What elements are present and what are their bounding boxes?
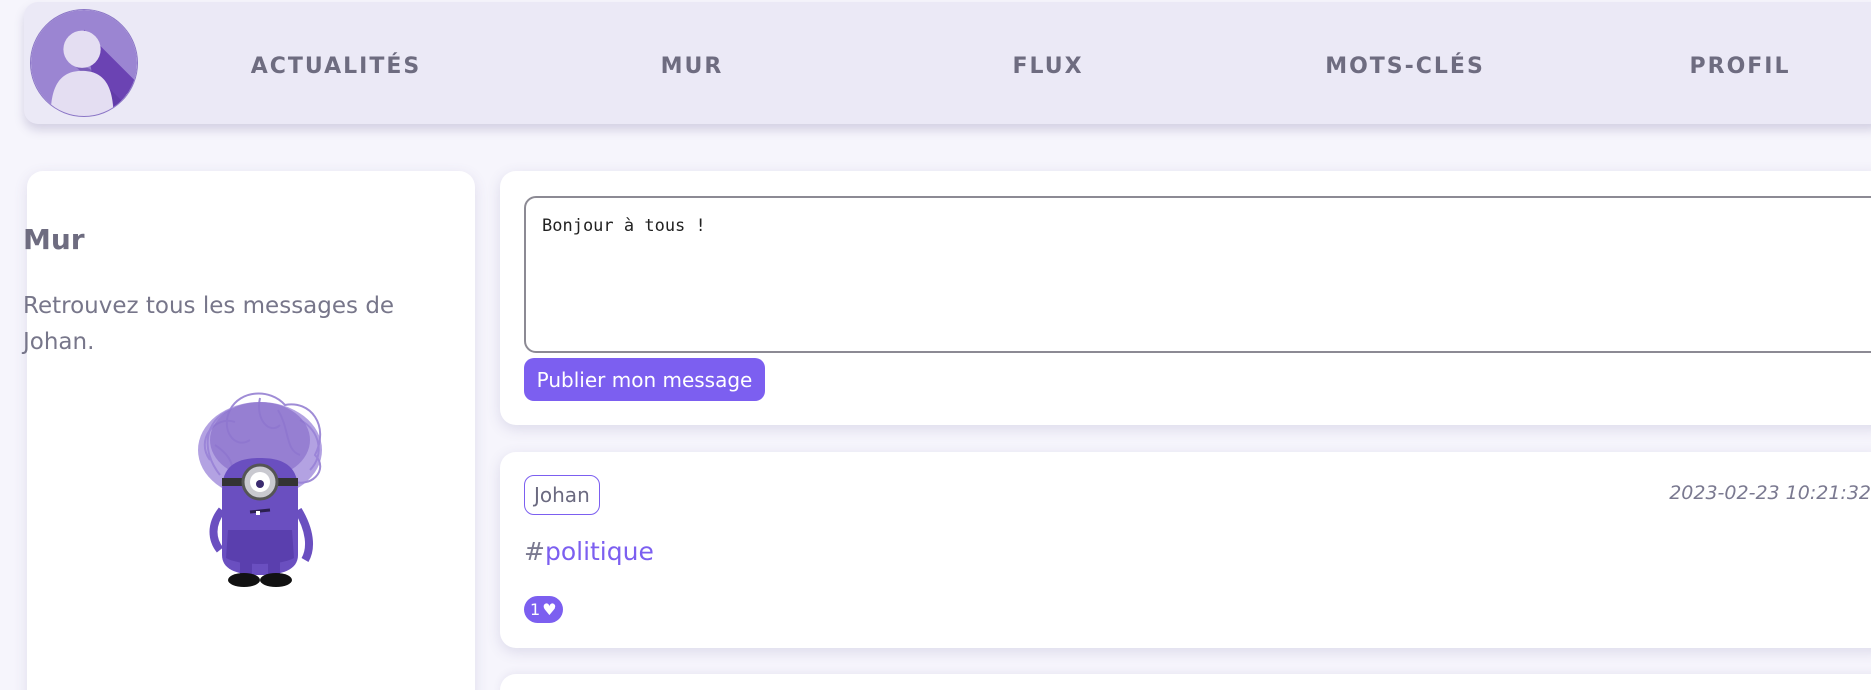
- nav-item-profil[interactable]: PROFIL: [1690, 0, 1791, 132]
- nav-item-flux[interactable]: FLUX: [1012, 0, 1083, 132]
- heart-icon: ♥: [542, 600, 557, 619]
- nav-item-mots-cles[interactable]: MOTS-CLÉS: [1325, 0, 1485, 132]
- sidebar-description: Retrouvez tous les messages de Johan.: [23, 293, 395, 355]
- post-author-tag[interactable]: Johan: [524, 475, 600, 515]
- publish-message-button[interactable]: Publier mon message: [524, 358, 765, 401]
- user-avatar-icon[interactable]: [30, 9, 138, 117]
- like-count: 1: [530, 600, 541, 619]
- hashtag-link[interactable]: politique: [545, 537, 654, 566]
- nav-item-mur[interactable]: MUR: [661, 0, 724, 132]
- hashtag-prefix: #: [524, 537, 545, 566]
- like-button[interactable]: 1 ♥: [524, 596, 563, 623]
- purple-minion-illustration: [160, 380, 350, 590]
- post-date: 2023-02-23 10:21:32: [1669, 482, 1871, 504]
- post-hashtag: #politique: [524, 537, 654, 566]
- message-input[interactable]: [524, 196, 1871, 353]
- sidebar-title: Mur: [23, 223, 85, 256]
- nav-item-actualites[interactable]: ACTUALITÉS: [251, 0, 421, 132]
- post-card: [500, 674, 1871, 690]
